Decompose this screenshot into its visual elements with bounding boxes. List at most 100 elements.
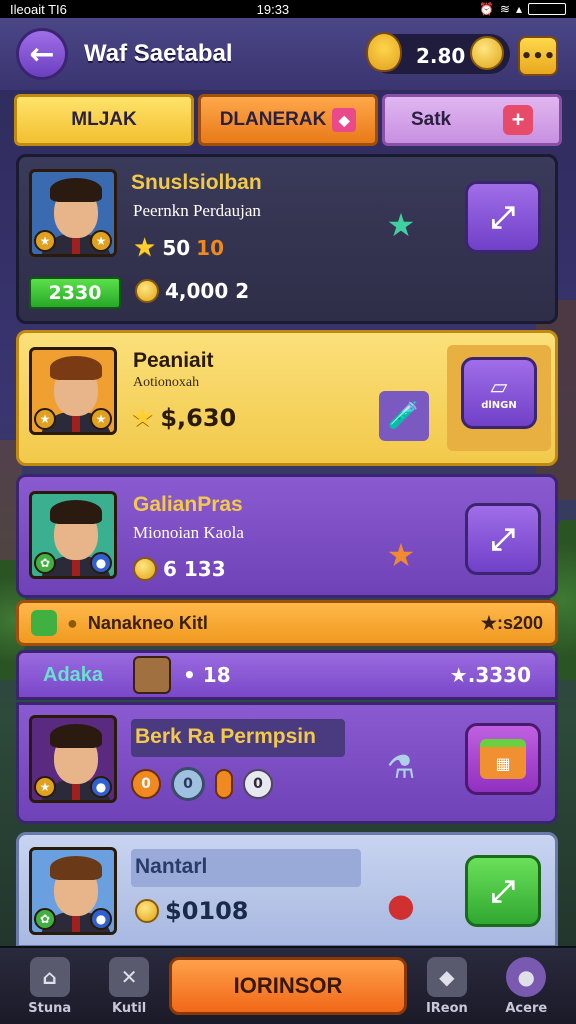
plus-icon[interactable]: + [503, 105, 534, 135]
shovel-icon: ◆ [426, 956, 467, 997]
character-name: GalianPras [133, 493, 243, 516]
nav-label: Stuna [28, 1000, 72, 1016]
star-badge-icon: ★ [34, 408, 56, 430]
character-name: Berk Ra Permpsin [131, 719, 345, 757]
house-icon: ⌂ [29, 956, 70, 997]
bolt-badge-icon: ● [90, 908, 112, 930]
action-button[interactable]: ⤢ [465, 855, 541, 927]
resource-icon: 0 [171, 767, 205, 801]
rating-stat: ★ 50 10 [133, 233, 224, 263]
gift-icon: ▦ [480, 739, 526, 779]
banner-text: Nanakneo Kitl [87, 612, 208, 633]
star-badge-icon: ★ [90, 408, 112, 430]
status-left: Ileoait TI6 [10, 1, 67, 17]
resource-icon: 0 [243, 769, 273, 799]
avatar: ✿ ● [29, 491, 117, 579]
primary-cta-button[interactable]: IORINSOR [168, 957, 408, 1015]
menu-button[interactable]: ••• [518, 36, 558, 76]
star-item-icon: ★ [386, 206, 416, 244]
coin-icon [135, 279, 159, 303]
orange-banner[interactable]: ● Nanakneo Kitl ★:s200 [16, 600, 558, 646]
wifi-icon: ≋ [499, 2, 510, 16]
header: ← Waf Saetabal 2.80 ••• [0, 18, 576, 90]
status-bar: Ileoait TI6 19:33 ⏰ ≋ ▴ [0, 0, 576, 18]
bottle-item-icon: ⚗ [386, 748, 416, 786]
battery-icon [527, 3, 566, 15]
resource-row: 0 0 0 [131, 767, 273, 801]
banner-value: ★:s200 [480, 612, 543, 633]
nav-label: Kutil [112, 1000, 147, 1016]
coin-icon [133, 557, 157, 581]
avatar: ✿ ● [29, 847, 117, 935]
profile-icon: ● [506, 956, 547, 997]
tab-label: Satk [410, 109, 452, 130]
signal-icon: ▴ [515, 2, 522, 16]
leaf-badge-icon: ✿ [34, 552, 56, 574]
dot-icon: ● [67, 612, 78, 633]
star-icon: ★ [133, 233, 157, 263]
alarm-icon: ⏰ [478, 2, 494, 16]
character-card-3[interactable]: ✿ ● GalianPras Mionoian Kaola 6 133 ★ ⤢ [16, 474, 558, 598]
coin-stat: $0108 [135, 897, 249, 925]
status-icons: ⏰ ≋ ▴ [479, 2, 566, 16]
back-button[interactable]: ← [16, 28, 68, 80]
bottom-nav: ⌂ Stuna ✕ Kutil IORINSOR ◆ IReon ● Acere [0, 946, 576, 1024]
character-subtitle: Aotionoxah [133, 375, 200, 390]
tab-mljak[interactable]: MLJAK [14, 94, 194, 146]
nav-ireon[interactable]: ◆ IReon [407, 956, 486, 1016]
avatar: ★ ★ [29, 347, 117, 435]
frog-icon [31, 610, 57, 636]
action-button[interactable]: ▱ dlNGN [461, 357, 537, 429]
coin-icon [470, 36, 504, 70]
price-pill[interactable]: 2330 [29, 277, 121, 309]
coin-stat: 6 133 [133, 557, 226, 581]
character-card-2[interactable]: ★ ★ Peaniait Aotionoxah ★ $,630 🧪 ▱ dlNGN [16, 330, 558, 466]
page-title: Waf Saetabal [84, 40, 233, 67]
character-card-4[interactable]: ★ ● Berk Ra Permpsin 0 0 0 ⚗ ▦ [16, 702, 558, 824]
tab-label: MLJAK [71, 109, 137, 130]
tools-icon: ✕ [109, 956, 150, 997]
tab-label: DLANERAK [219, 109, 327, 130]
badge-icon: ◆ [332, 108, 357, 132]
tab-dlanerak[interactable]: DLANERAK ◆ [198, 94, 378, 146]
tab-satk[interactable]: Satk + [382, 94, 562, 146]
character-subtitle: Mionoian Kaola [133, 523, 244, 542]
potion-item-icon: 🧪 [379, 391, 429, 441]
leaf-badge-icon: ✿ [34, 908, 56, 930]
action-button[interactable]: ⤢ [465, 503, 541, 575]
character-name: Peaniait [133, 349, 214, 372]
nav-kutil[interactable]: ✕ Kutil [89, 956, 168, 1016]
star-badge-icon: ★ [34, 230, 56, 252]
character-card-5[interactable]: ✿ ● Nantarl $0108 ● ⤢ [16, 832, 558, 948]
berry-item-icon: ● [387, 886, 415, 924]
coin-amount: 2.80 [416, 44, 466, 68]
nav-label: Acere [505, 1000, 548, 1016]
character-name: Snuslsiolban [131, 171, 262, 194]
star-badge-icon: ★ [90, 230, 112, 252]
star-item-icon: ★ [386, 536, 416, 574]
bolt-badge-icon: ● [90, 552, 112, 574]
mascot-icon [366, 32, 402, 72]
coin-stat: 4,000 2 [135, 279, 249, 303]
character-card-1[interactable]: ★ ★ Snuslsiolban Peernkn Perdaujan ★ 50 10… [16, 154, 558, 324]
resource-icon: 0 [131, 769, 161, 799]
back-arrow-icon: ← [29, 36, 55, 72]
avatar: ★ ★ [29, 169, 117, 257]
star-icon: ★ [131, 403, 155, 433]
character-name: Nantarl [131, 849, 361, 887]
rating-stat: ★ $,630 [131, 403, 237, 433]
status-time: 19:33 [256, 1, 290, 17]
action-caption: dlNGN [481, 400, 517, 411]
banner-count: • 18 [183, 663, 231, 687]
purple-banner[interactable]: Adaka • 18 ★.3330 [16, 650, 558, 700]
banner-label: Adaka [43, 663, 104, 686]
coin-icon [135, 899, 159, 923]
nav-label: IReon [425, 1000, 468, 1016]
action-button[interactable]: ▦ [465, 723, 541, 795]
nav-acere[interactable]: ● Acere [487, 956, 566, 1016]
nav-stuna[interactable]: ⌂ Stuna [10, 956, 89, 1016]
more-icon: ••• [520, 45, 556, 67]
avatar: ★ ● [29, 715, 117, 803]
action-button[interactable]: ⤢ [465, 181, 541, 253]
banner-value: ★.3330 [449, 663, 531, 687]
